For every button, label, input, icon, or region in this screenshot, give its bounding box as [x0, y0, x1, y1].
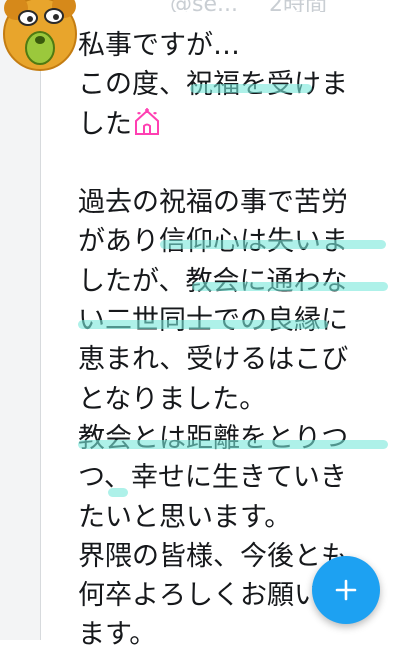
tweet-line: 教会とは距離をとりつ — [78, 422, 349, 454]
highlight-stroke — [190, 84, 312, 93]
highlight-stroke — [160, 240, 386, 249]
tweet-line: 恵まれ、受けるはこび — [78, 344, 349, 376]
tweet-line — [78, 144, 396, 183]
wedding-chapel-icon — [135, 107, 159, 135]
tweet-line: 過去の祝福の事で苦労 — [78, 187, 348, 219]
highlight-stroke — [78, 320, 328, 329]
tweet-line: となりました。 — [78, 383, 267, 415]
left-rail — [0, 0, 40, 640]
thread-divider — [40, 0, 41, 640]
tweet-line: した — [78, 105, 396, 144]
highlight-stroke — [108, 488, 128, 497]
tweet-line: たいと思います。 — [78, 501, 292, 533]
tweet-line: 私事ですが… — [78, 30, 240, 61]
plus-icon — [335, 579, 357, 601]
avatar[interactable] — [2, 0, 80, 72]
author-handle[interactable]: @se... — [170, 0, 238, 12]
compose-tweet-button[interactable] — [312, 556, 380, 624]
highlight-stroke — [192, 282, 388, 291]
highlight-stroke — [78, 440, 388, 449]
tweet-line-text: した — [78, 108, 132, 140]
tweet-time[interactable]: 2時間 — [269, 0, 327, 12]
tweet-header: @se... 2時間 — [170, 0, 390, 12]
